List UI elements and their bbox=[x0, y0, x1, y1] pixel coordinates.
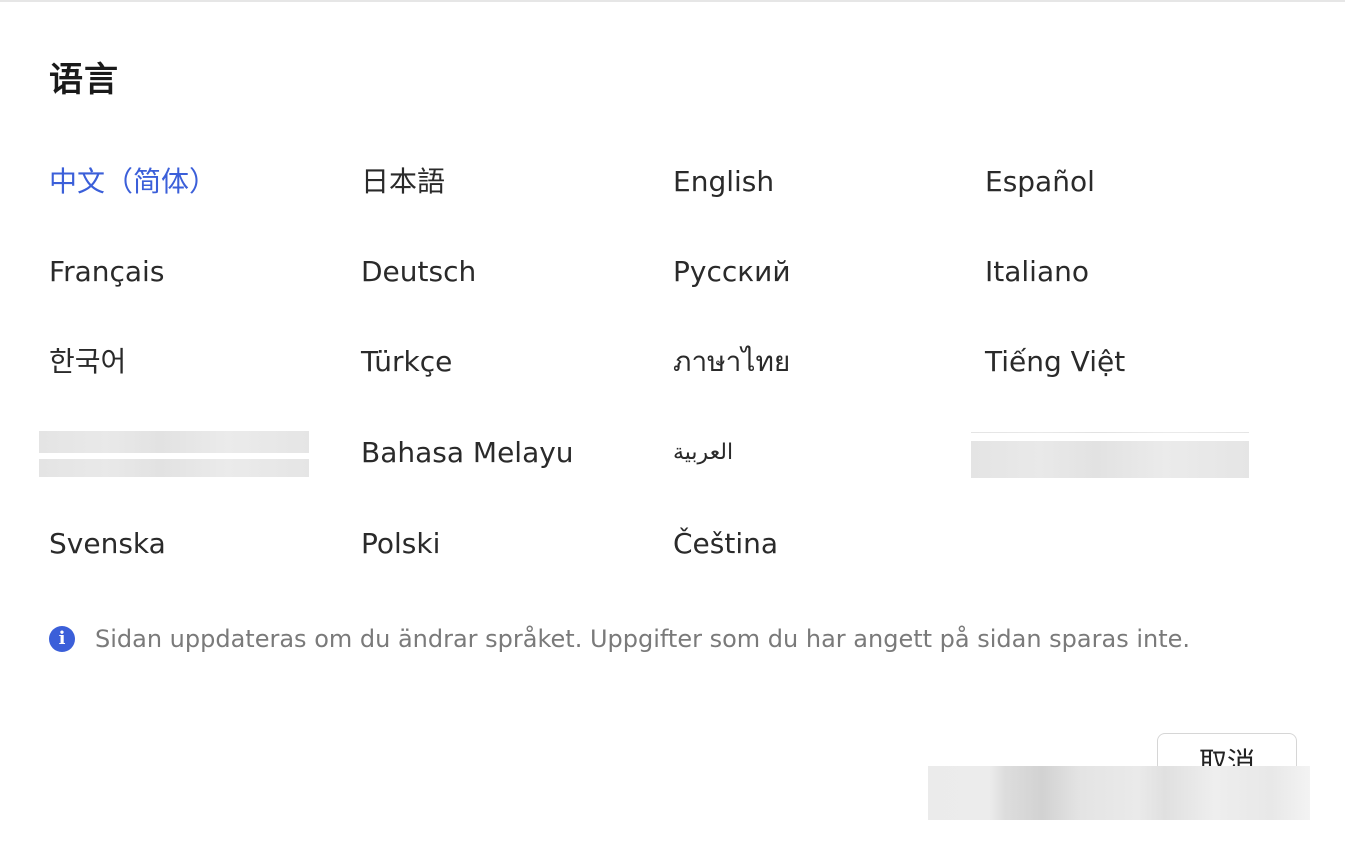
language-option-spanish[interactable]: Español bbox=[985, 164, 1095, 200]
redacted-language-option bbox=[971, 430, 1249, 478]
info-icon: i bbox=[49, 626, 75, 652]
language-option-korean[interactable]: 한국어 bbox=[49, 344, 126, 380]
language-option-polish[interactable]: Polski bbox=[361, 526, 440, 562]
dialog-title: 语言 bbox=[49, 60, 119, 100]
language-option-japanese[interactable]: 日本語 bbox=[361, 164, 445, 200]
language-option-russian[interactable]: Русский bbox=[673, 254, 791, 290]
page-refresh-notice: i Sidan uppdateras om du ändrar språket.… bbox=[49, 622, 1190, 656]
language-option-thai[interactable]: ภาษาไทย bbox=[673, 344, 790, 380]
top-divider bbox=[0, 0, 1345, 2]
redacted-button bbox=[928, 766, 1310, 820]
notice-text: Sidan uppdateras om du ändrar språket. U… bbox=[95, 625, 1191, 653]
language-option-czech[interactable]: Čeština bbox=[673, 526, 778, 562]
language-option-italian[interactable]: Italiano bbox=[985, 254, 1089, 290]
language-option-chinese-simplified[interactable]: 中文（简体） bbox=[49, 164, 217, 200]
language-option-french[interactable]: Français bbox=[49, 254, 164, 290]
language-option-german[interactable]: Deutsch bbox=[361, 254, 476, 290]
language-option-turkish[interactable]: Türkçe bbox=[361, 344, 452, 380]
language-option-english[interactable]: English bbox=[673, 164, 774, 200]
language-option-vietnamese[interactable]: Tiếng Việt bbox=[985, 344, 1125, 380]
language-option-malay[interactable]: Bahasa Melayu bbox=[361, 435, 574, 471]
language-option-arabic[interactable]: العربية bbox=[673, 435, 733, 471]
redacted-language-option bbox=[39, 431, 309, 477]
language-dialog: 语言 中文（简体） 日本語 English Español Français D… bbox=[0, 0, 1345, 845]
language-option-swedish[interactable]: Svenska bbox=[49, 526, 166, 562]
